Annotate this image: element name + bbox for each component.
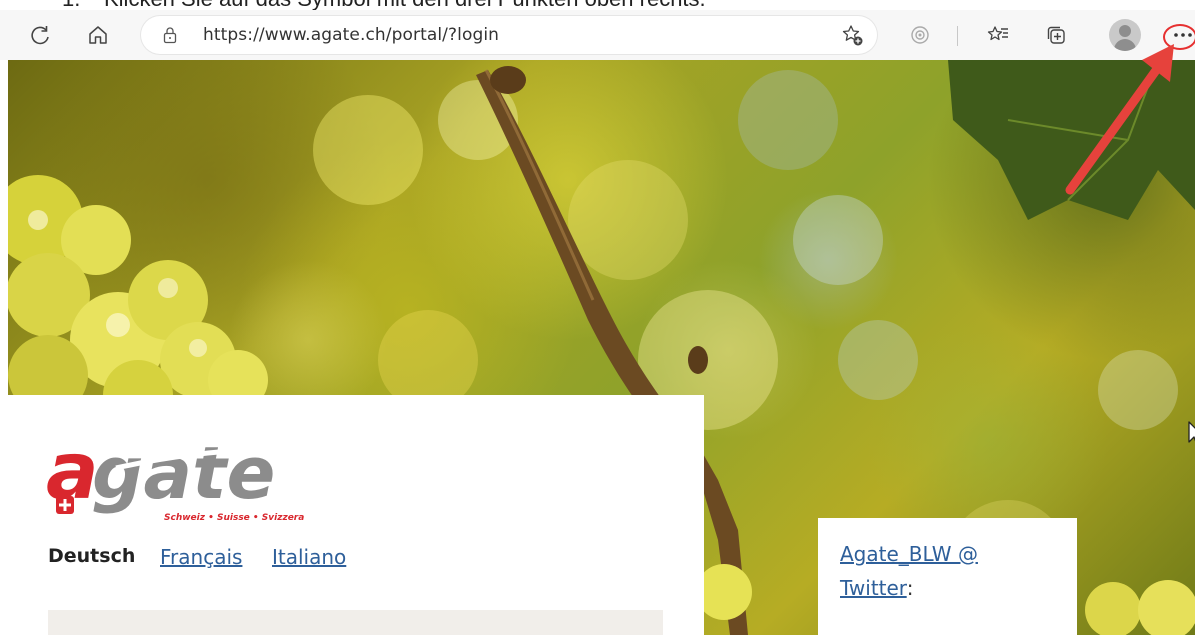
svg-text:Schweiz • Suisse • Svizzera: Schweiz • Suisse • Svizzera [164, 513, 304, 523]
twitter-colon: : [906, 576, 914, 600]
toolbar-divider [957, 26, 958, 46]
twitter-box: Agate_BLW @ Twitter: [818, 518, 1077, 635]
address-bar[interactable]: https://www.agate.ch/portal/?login [141, 16, 877, 54]
twitter-link-line2: Twitter: [840, 576, 913, 600]
language-current: Deutsch [48, 545, 136, 567]
favorite-add-icon[interactable] [836, 19, 868, 51]
mouse-cursor-icon [1188, 421, 1195, 443]
language-link-french[interactable]: Français [160, 545, 242, 569]
login-panel [48, 610, 663, 635]
favorites-icon[interactable] [982, 19, 1014, 51]
extension-icon[interactable] [904, 19, 936, 51]
instruction-number: 1. [62, 0, 80, 10]
page-content: a gate Schweiz • Suisse • Svizzera Deuts… [8, 60, 1195, 635]
refresh-icon[interactable] [24, 19, 56, 51]
twitter-link-text[interactable]: Twitter [840, 576, 907, 600]
language-link-italian[interactable]: Italiano [272, 545, 346, 569]
browser-toolbar: https://www.agate.ch/portal/?login [0, 10, 1195, 60]
home-icon[interactable] [82, 19, 114, 51]
annotation-arrow-icon [1065, 44, 1174, 195]
url-text: https://www.agate.ch/portal/?login [203, 25, 500, 45]
instruction-caption: 1. Klicken Sie auf das Symbol mit den dr… [0, 0, 1195, 10]
avatar-head [1119, 25, 1131, 37]
twitter-link[interactable]: Agate_BLW @ [840, 542, 978, 566]
instruction-text: Klicken Sie auf das Symbol mit den drei … [104, 0, 706, 10]
agate-logo: a gate Schweiz • Suisse • Svizzera [46, 432, 307, 523]
lock-icon[interactable] [161, 26, 179, 44]
svg-text:gate: gate [92, 432, 275, 515]
login-card: a gate Schweiz • Suisse • Svizzera Deuts… [8, 395, 704, 635]
